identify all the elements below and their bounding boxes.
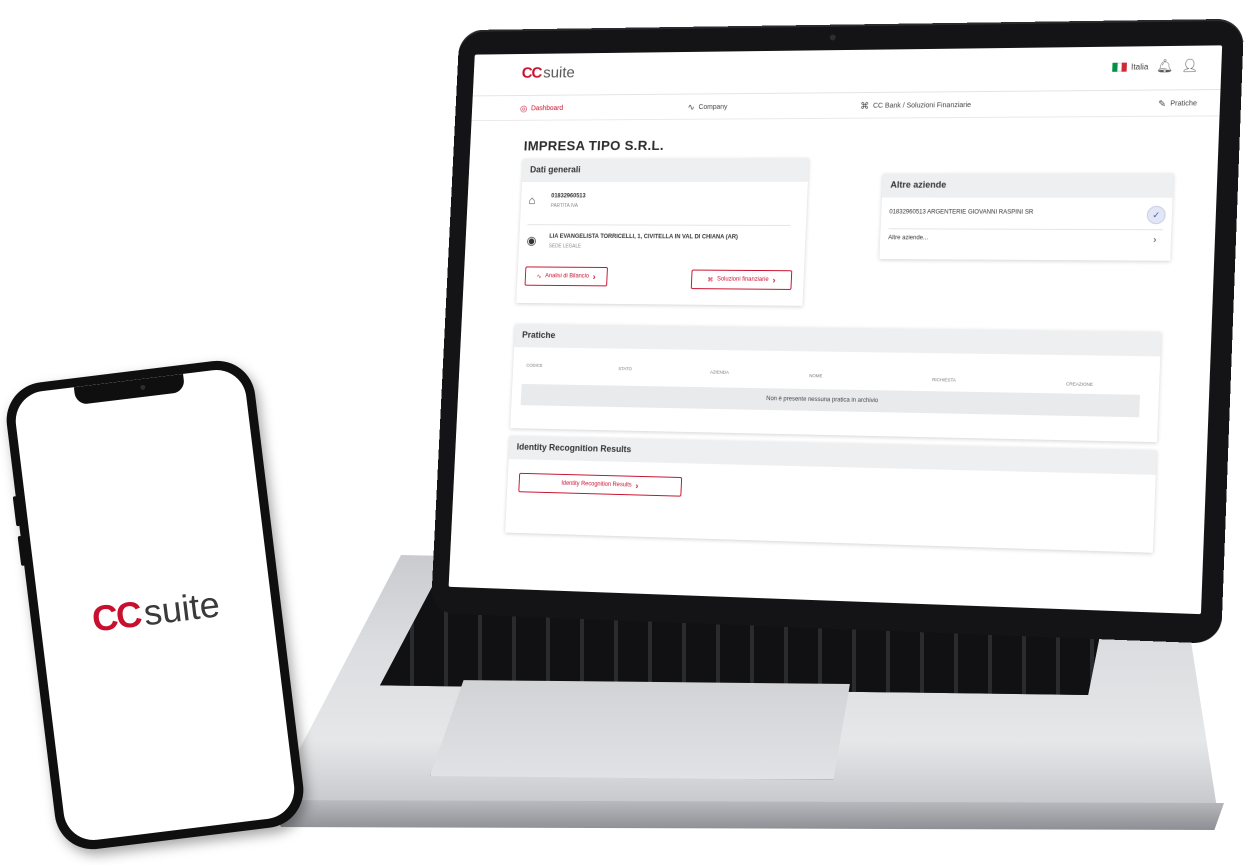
column-header[interactable]: Nome xyxy=(809,373,822,378)
phone-app-logo[interactable]: CCsuite xyxy=(38,577,273,647)
activity-icon: ∿ xyxy=(687,102,695,112)
language-selector[interactable]: Italia xyxy=(1112,62,1149,72)
chevron-right-icon: › xyxy=(635,480,639,491)
chevron-right-icon: › xyxy=(1153,234,1157,245)
analisi-bilancio-label: Analisi di Bilancio xyxy=(545,273,590,280)
dati-generali-title: Dati generali xyxy=(522,158,809,183)
pratiche-card: Pratiche Codice Stato Azienda Nome Richi… xyxy=(510,324,1162,443)
phone-logo-cc: CC xyxy=(89,593,143,640)
dati-generali-card: Dati generali ⌂ 01832960513 PARTITA IVA … xyxy=(516,158,809,306)
tab-dashboard-label: Dashboard xyxy=(530,105,564,113)
chevron-right-icon: › xyxy=(592,271,596,282)
logo-cc: CC xyxy=(521,65,542,82)
empty-table-message: Non è presente nessuna pratica in archiv… xyxy=(520,383,1141,418)
page-title: IMPRESA TIPO S.R.L. xyxy=(523,137,665,154)
laptop-lid: CCsuite Italia 🔔︎ 👤︎ ◎ Dashboard ∿ Compa… xyxy=(430,18,1245,644)
italy-flag-icon xyxy=(1112,62,1128,72)
column-header[interactable]: Creazione xyxy=(1066,381,1093,387)
tab-pratiche-label: Pratiche xyxy=(1170,100,1198,108)
edit-icon: ✎ xyxy=(1158,98,1167,109)
address-value: LIA EVANGELISTA TORRICELLI, 1, CIVITELLA… xyxy=(549,233,739,241)
column-header[interactable]: Richiesta xyxy=(932,377,956,382)
altre-aziende-title: Altre aziende xyxy=(881,173,1174,198)
pratiche-title: Pratiche xyxy=(514,324,1162,357)
tab-company[interactable]: ∿ Company xyxy=(687,102,727,113)
soluzioni-finanziarie-label: Soluzioni finanziarie xyxy=(716,276,769,283)
laptop-trackpad xyxy=(430,680,850,780)
identity-results-label: Identity Recognition Results xyxy=(561,480,632,489)
altre-aziende-more-label: Altre aziende... xyxy=(888,235,929,242)
tab-bank[interactable]: ⌘ CC Bank / Soluzioni Finanziarie xyxy=(860,100,971,112)
camera xyxy=(829,34,836,41)
app-logo[interactable]: CCsuite xyxy=(521,65,575,83)
soluzioni-finanziarie-button[interactable]: ⌘ Soluzioni finanziarie › xyxy=(690,269,793,290)
laptop-base-edge xyxy=(262,800,1224,830)
bell-icon[interactable]: 🔔︎ xyxy=(1156,58,1174,74)
command-icon: ⌘ xyxy=(707,276,714,283)
partita-iva-label: PARTITA IVA xyxy=(550,203,579,209)
identity-results-button[interactable]: Identity Recognition Results › xyxy=(518,472,683,497)
command-icon: ⌘ xyxy=(860,100,870,111)
tab-dashboard[interactable]: ◎ Dashboard xyxy=(520,103,563,114)
phone-screen: CCsuite xyxy=(12,366,298,844)
tab-company-label: Company xyxy=(698,103,728,111)
altre-aziende-card: Altre aziende 01832960513 ARGENTERIE GIO… xyxy=(879,173,1174,261)
tab-bank-label: CC Bank / Soluzioni Finanziarie xyxy=(872,102,972,110)
identity-card: Identity Recognition Results Identity Re… xyxy=(505,435,1157,553)
partita-iva-value: 01832960513 xyxy=(551,193,586,200)
check-icon: ✓ xyxy=(1146,205,1166,225)
activity-icon: ∿ xyxy=(536,273,542,280)
column-header[interactable]: Azienda xyxy=(710,370,729,375)
laptop-screen: CCsuite Italia 🔔︎ 👤︎ ◎ Dashboard ∿ Compa… xyxy=(448,45,1223,615)
user-icon[interactable]: 👤︎ xyxy=(1181,58,1199,74)
location-pin-icon: ◉ xyxy=(526,233,537,248)
address-label: SEDE LEGALE xyxy=(548,243,582,250)
column-header[interactable]: Codice xyxy=(526,363,543,368)
sede-legale-row: ◉ LIA EVANGELISTA TORRICELLI, 1, CIVITEL… xyxy=(526,234,738,250)
tab-pratiche[interactable]: ✎ Pratiche xyxy=(1158,98,1197,109)
altre-aziende-item-label: 01832960513 ARGENTERIE GIOVANNI RASPINI … xyxy=(889,209,1034,216)
identity-title: Identity Recognition Results xyxy=(508,435,1157,475)
language-label: Italia xyxy=(1130,62,1149,72)
app-header: CCsuite Italia 🔔︎ 👤︎ xyxy=(472,45,1223,97)
analisi-bilancio-button[interactable]: ∿ Analisi di Bilancio › xyxy=(524,266,608,287)
phone-logo-suite: suite xyxy=(141,583,222,634)
logo-suite: suite xyxy=(542,64,576,82)
altre-aziende-more[interactable]: Altre aziende... › xyxy=(888,234,1163,245)
phone-notch xyxy=(73,373,186,406)
divider xyxy=(527,224,791,226)
altre-aziende-item[interactable]: 01832960513 ARGENTERIE GIOVANNI RASPINI … xyxy=(889,209,1164,216)
divider xyxy=(888,228,1164,231)
chevron-right-icon: › xyxy=(772,275,776,285)
home-icon: ⌂ xyxy=(528,193,536,207)
column-header[interactable]: Stato xyxy=(618,366,632,371)
main-nav: ◎ Dashboard ∿ Company ⌘ CC Bank / Soluzi… xyxy=(471,89,1221,122)
dashboard-icon: ◎ xyxy=(519,103,528,114)
partita-iva-row: ⌂ 01832960513 PARTITA IVA xyxy=(528,193,585,208)
